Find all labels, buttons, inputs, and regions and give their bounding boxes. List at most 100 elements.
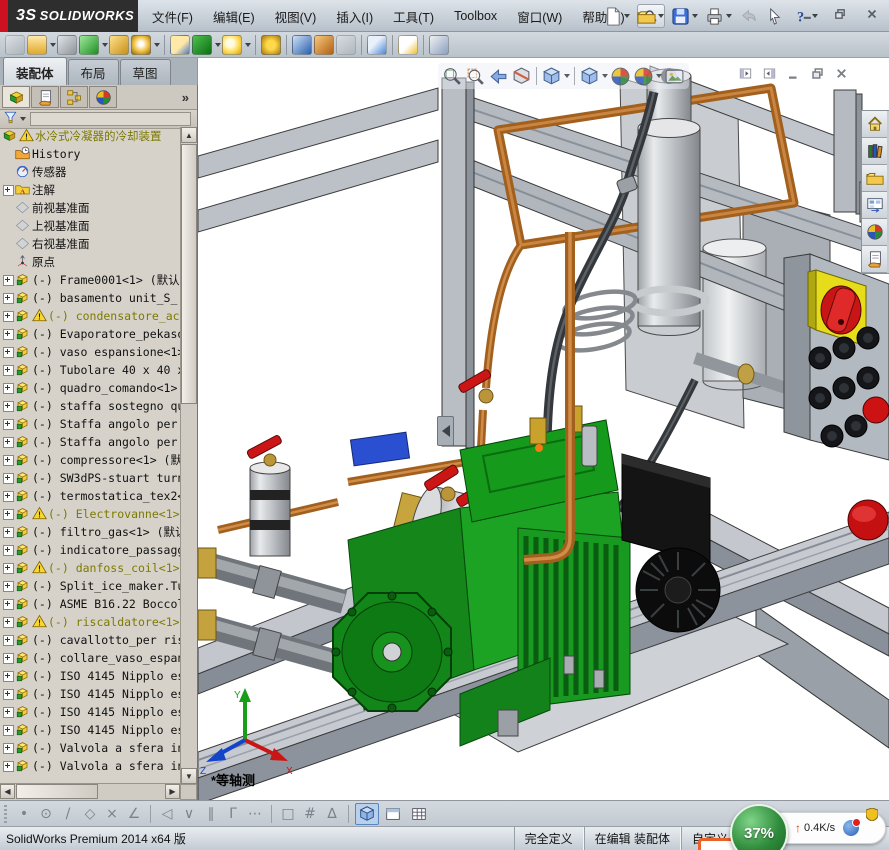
expand-icon[interactable]	[2, 382, 15, 395]
tab-布局[interactable]: 布局	[67, 59, 119, 85]
print-document-icon[interactable]	[702, 5, 735, 28]
slot-icon[interactable]: □	[277, 806, 299, 822]
menu-6[interactable]: 窗口(W)	[507, 3, 572, 30]
angle-snap-icon[interactable]: ∆	[321, 806, 343, 822]
expand-icon[interactable]	[2, 706, 15, 719]
expand-icon[interactable]	[2, 634, 15, 647]
menu-2[interactable]: 视图(V)	[265, 3, 327, 30]
toolbar-grip[interactable]	[4, 804, 7, 823]
appearances-scenes-tab[interactable]	[862, 219, 887, 246]
expand-icon[interactable]	[2, 598, 15, 611]
horizontal-scroll-thumb[interactable]	[16, 784, 98, 799]
tree-item[interactable]: ! 水冷式冷凝器的冷却装置	[0, 127, 181, 145]
linear-component-pattern-caret-icon[interactable]	[102, 42, 108, 47]
tree-item[interactable]: (-) ISO 4145 Nipplo esa	[0, 721, 181, 739]
mate-icon[interactable]	[57, 34, 77, 55]
expand-icon[interactable]	[2, 760, 15, 773]
expand-icon[interactable]	[2, 508, 15, 521]
expand-icon[interactable]	[2, 310, 15, 323]
tree-item[interactable]: (-) Valvola a sfera in	[0, 739, 181, 757]
menu-1[interactable]: 编辑(E)	[203, 3, 265, 30]
view-settings-icon[interactable]	[664, 66, 685, 87]
menu-3[interactable]: 插入(I)	[326, 3, 383, 30]
tree-item[interactable]: 传感器	[0, 163, 181, 181]
expand-icon[interactable]	[2, 472, 15, 485]
tree-item[interactable]: (-) Split_ice_maker.Tub	[0, 577, 181, 595]
menu-4[interactable]: 工具(T)	[383, 3, 444, 30]
assembly-features-caret-icon[interactable]	[215, 42, 221, 47]
open-part-icon[interactable]	[27, 34, 47, 55]
expand-icon[interactable]	[2, 418, 15, 431]
win-restore-icon[interactable]	[810, 66, 825, 84]
expand-icon[interactable]	[2, 400, 15, 413]
tree-item[interactable]: (-) basamento unit_S_'	[0, 289, 181, 307]
expand-icon[interactable]	[2, 292, 15, 305]
expand-icon[interactable]	[2, 724, 15, 737]
tree-item[interactable]: 原点	[0, 253, 181, 271]
reference-geometry-caret-icon[interactable]	[245, 42, 251, 47]
scroll-right-button[interactable]: ▶	[165, 784, 180, 799]
open-document-icon[interactable]	[634, 5, 667, 28]
expand-icon[interactable]	[2, 742, 15, 755]
tree-item[interactable]: (-) ISO 4145 Nipplo esa	[0, 667, 181, 685]
external-references-icon[interactable]	[314, 34, 334, 55]
tree-item[interactable]: (-) SW3dPS-stuart turne	[0, 469, 181, 487]
expand-icon[interactable]	[2, 562, 15, 575]
vertical-scroll-thumb[interactable]	[181, 144, 197, 404]
expand-icon[interactable]	[2, 652, 15, 665]
shaded-view-button[interactable]	[355, 802, 379, 825]
graphics-viewport[interactable]: X Z Y *等轴测	[198, 58, 889, 800]
filter-funnel-icon[interactable]	[3, 110, 18, 128]
tree-item[interactable]: (-) indicatore_passaggi	[0, 541, 181, 559]
tree-item[interactable]: (-) cavallotto_per risc	[0, 631, 181, 649]
scroll-up-button[interactable]: ▲	[181, 127, 197, 143]
new-document-icon[interactable]	[600, 5, 633, 28]
maximize-button[interactable]	[829, 5, 851, 23]
propertymanager-tab[interactable]	[31, 86, 59, 108]
apply-scene-icon[interactable]	[633, 66, 662, 87]
filter-input-bar[interactable]	[30, 112, 191, 126]
tree-item[interactable]: ! (-) riscaldatore<1>	[0, 613, 181, 631]
insert-components-icon[interactable]	[5, 34, 25, 55]
close-button[interactable]	[861, 5, 883, 23]
tree-item[interactable]: A 注解	[0, 181, 181, 199]
assembly-features-icon[interactable]	[192, 34, 212, 55]
tree-item[interactable]: (-) Staffa angolo per q	[0, 433, 181, 451]
expand-icon[interactable]	[2, 328, 15, 341]
configurationmanager-tab[interactable]	[60, 86, 88, 108]
tree-item[interactable]: (-) Staffa angolo per q	[0, 415, 181, 433]
tree-item[interactable]: (-) Valvola a sfera in	[0, 757, 181, 775]
tree-item[interactable]: ! (-) condensatore_acq	[0, 307, 181, 325]
show-hidden-components-icon[interactable]	[170, 34, 190, 55]
tree-item[interactable]: (-) Frame0001<1> (默认<	[0, 271, 181, 289]
previous-view-icon[interactable]	[488, 66, 509, 87]
open-part-caret-icon[interactable]	[50, 42, 56, 47]
tree-item[interactable]: (-) vaso espansione<1>	[0, 343, 181, 361]
featuremanager-tab[interactable]	[2, 86, 30, 108]
tree-item[interactable]: (-) compressore<1> (默认	[0, 451, 181, 469]
viewport-grid-button[interactable]	[407, 803, 431, 825]
sketch-trim-icon[interactable]: ×	[101, 806, 123, 822]
panel-collapse-arrow[interactable]	[437, 416, 454, 446]
scroll-down-button[interactable]: ▼	[181, 768, 197, 784]
sketch-fillet-icon[interactable]: ∨	[178, 806, 200, 822]
expand-icon[interactable]	[2, 688, 15, 701]
panel-tabs-overflow[interactable]: »	[182, 90, 189, 105]
tree-item[interactable]: ! (-) Electrovanne<1>	[0, 505, 181, 523]
tree-item[interactable]: (-) ISO 4145 Nipplo esa	[0, 685, 181, 703]
solenoid-valve-blue[interactable]	[349, 431, 411, 467]
mirror-entities-icon[interactable]: ◁	[156, 806, 178, 822]
pane-right-icon[interactable]	[762, 66, 777, 84]
file-explorer-tab[interactable]	[862, 165, 887, 192]
tree-item[interactable]: 上视基准面	[0, 217, 181, 235]
move-component-caret-icon[interactable]	[154, 42, 160, 47]
reference-geometry-icon[interactable]	[222, 34, 242, 55]
edit-appearance-icon[interactable]	[610, 66, 631, 87]
expand-icon[interactable]	[2, 184, 15, 197]
section-view-icon[interactable]	[511, 66, 532, 87]
expand-icon[interactable]	[2, 346, 15, 359]
construction-line-icon[interactable]: ⋯	[244, 806, 266, 822]
sketch-polygon-icon[interactable]: ◇	[79, 806, 101, 822]
tree-item[interactable]: (-) quadro_comando<1> (	[0, 379, 181, 397]
single-view-button[interactable]	[381, 803, 405, 825]
